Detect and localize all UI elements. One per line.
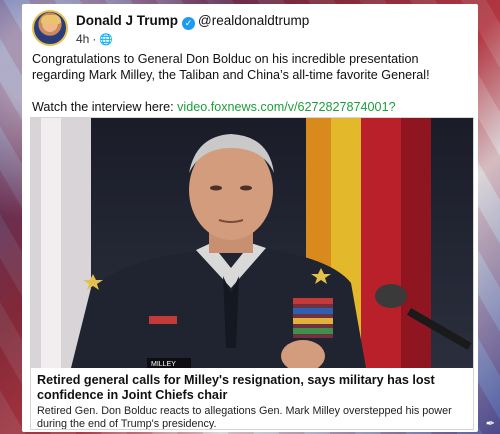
preview-image[interactable]: MILLEY: [31, 118, 473, 368]
author-row: Donald J Trump ✓ @realdonaldtrump: [76, 13, 309, 30]
link-preview-card[interactable]: MILLEY Retired general calls for Milley'…: [30, 117, 474, 430]
watch-label: Watch the interview here:: [32, 100, 174, 114]
post-card: Donald J Trump ✓ @realdonaldtrump 4h · 🌐 Con…: [22, 4, 478, 432]
avatar[interactable]: [32, 10, 68, 46]
author-name[interactable]: Donald J Trump: [76, 13, 178, 28]
artist-signature-mark: ✒: [484, 417, 494, 430]
general-photo-illustration: MILLEY: [31, 118, 473, 368]
post-time[interactable]: 4h: [76, 32, 89, 46]
verified-check-icon: ✓: [182, 17, 196, 30]
author-handle[interactable]: @realdonaldtrump: [198, 13, 309, 28]
name-tag-text: MILLEY: [151, 361, 176, 368]
post-text-line1: Congratulations to General Don Bolduc on…: [32, 52, 430, 82]
preview-description: Retired Gen. Don Bolduc reacts to allega…: [37, 405, 452, 430]
post-header: Donald J Trump ✓ @realdonaldtrump 4h · 🌐: [32, 10, 472, 48]
avatar-hair: [41, 15, 61, 24]
separator-dot: ·: [92, 32, 97, 46]
preview-title[interactable]: Retired general calls for Milley's resig…: [37, 373, 467, 403]
post-meta: 4h · 🌐: [76, 32, 113, 46]
globe-icon: 🌐: [99, 34, 114, 46]
